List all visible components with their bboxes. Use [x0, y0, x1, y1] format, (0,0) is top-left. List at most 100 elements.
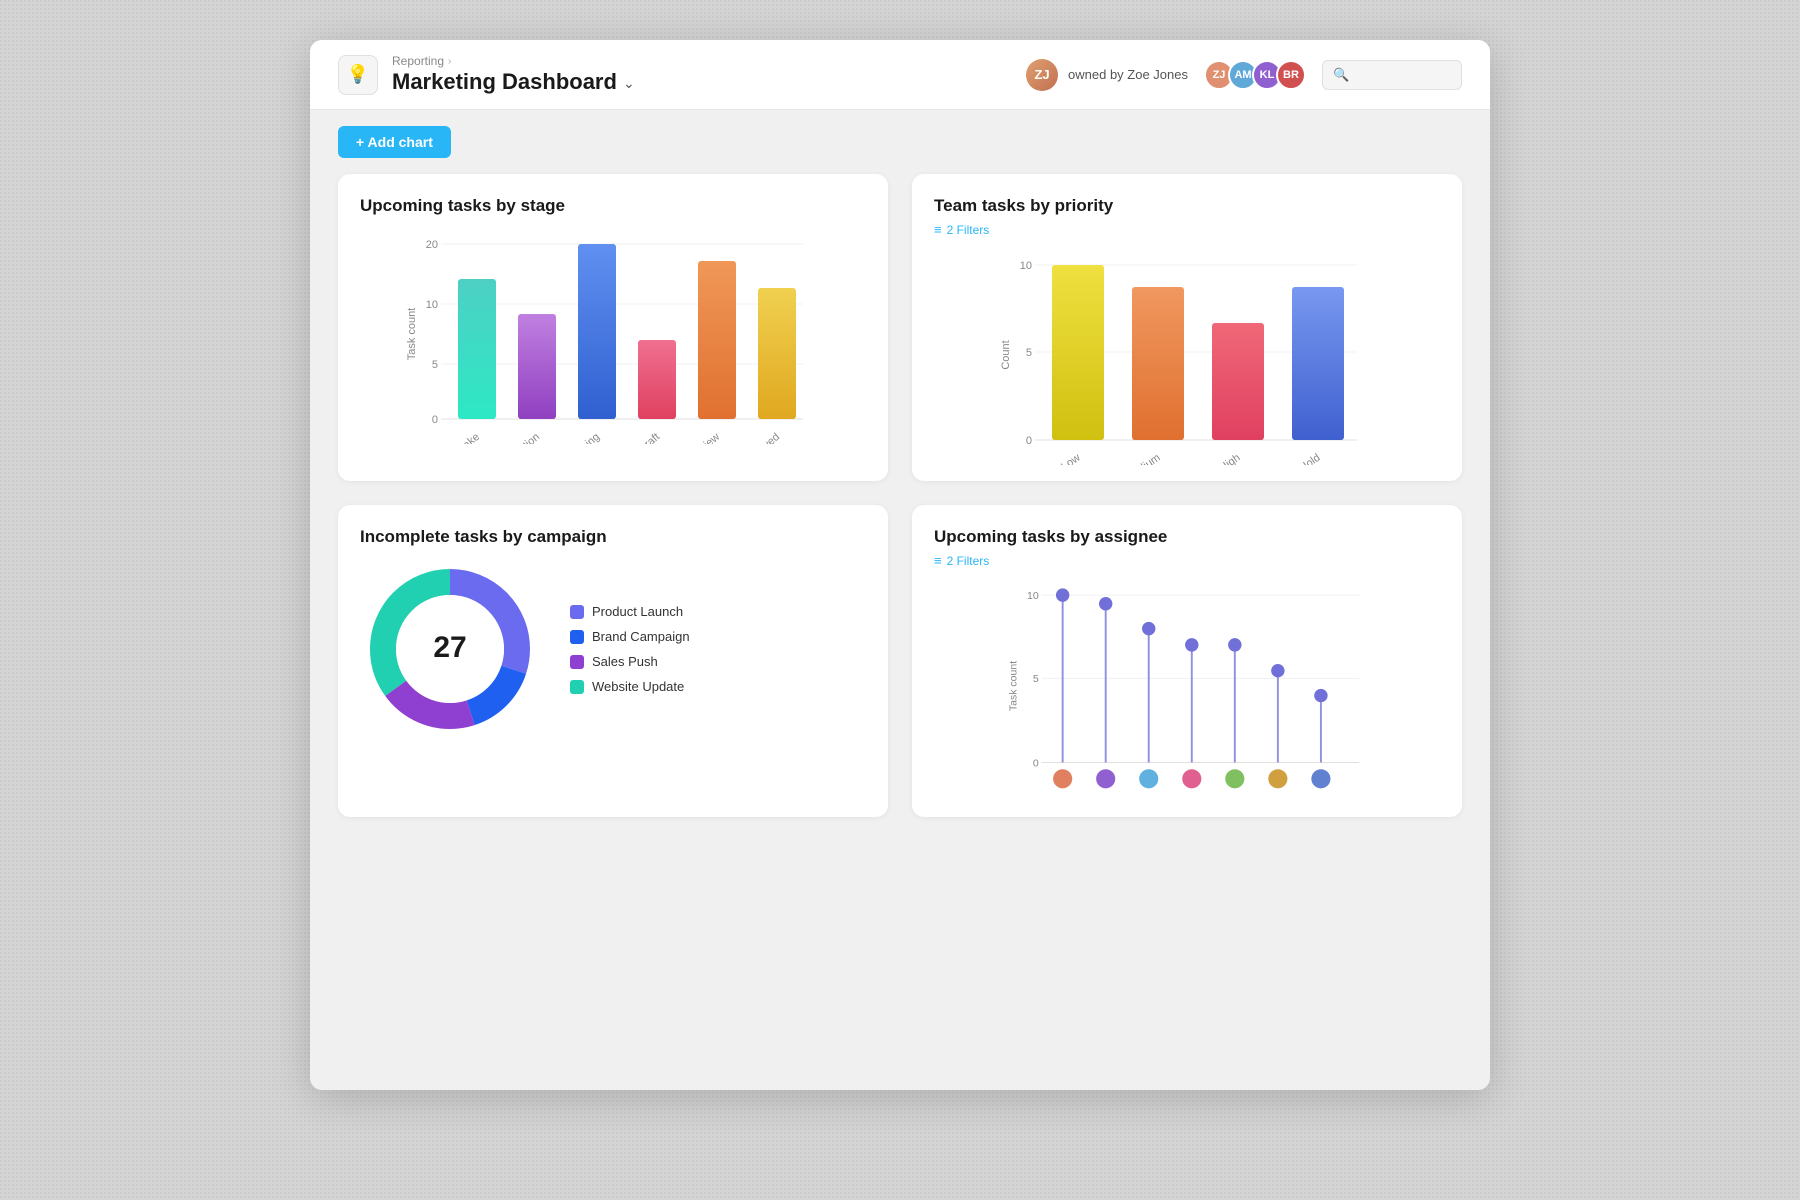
legend-color-product-launch: [570, 605, 584, 619]
lollipop-dot-5: [1271, 664, 1284, 677]
legend-label-website-update: Website Update: [592, 679, 684, 694]
chart-title-stages: Upcoming tasks by stage: [360, 196, 866, 216]
filter-badge-assignee[interactable]: ≡ 2 Filters: [934, 553, 1440, 568]
svg-text:10: 10: [1020, 260, 1032, 272]
bar-chart-priority: Count 10 5 0: [934, 245, 1440, 465]
y-axis-label-assignee: Task count: [1008, 661, 1020, 711]
assignee-avatar-0: [1053, 769, 1072, 788]
bar-chart-priority-svg: Count 10 5 0: [934, 245, 1440, 465]
assignee-avatar-1: [1096, 769, 1115, 788]
breadcrumb-title: Reporting › Marketing Dashboard ⌄: [392, 54, 635, 95]
lollipop-dot-4: [1228, 638, 1241, 651]
avatar-owner: ZJ: [1026, 59, 1058, 91]
svg-text:10: 10: [1027, 590, 1039, 602]
search-icon: 🔍: [1333, 67, 1349, 83]
label-planning: Planning: [562, 431, 603, 444]
chart-title-assignee: Upcoming tasks by assignee: [934, 527, 1440, 547]
legend-item-sales-push: Sales Push: [570, 654, 690, 669]
chart-incomplete-campaign: Incomplete tasks by campaign: [338, 505, 888, 817]
svg-text:20: 20: [426, 239, 438, 251]
chart-upcoming-stages: Upcoming tasks by stage Task count 20 10…: [338, 174, 888, 481]
donut-total: 27: [433, 631, 466, 664]
label-draft: Draft: [636, 431, 662, 444]
assignee-avatar-4: [1225, 769, 1244, 788]
label-intake: Intake: [451, 431, 482, 444]
search-input[interactable]: [1355, 67, 1451, 82]
chart-team-priority: Team tasks by priority ≡ 2 Filters Count…: [912, 174, 1462, 481]
filter-label-priority: 2 Filters: [947, 223, 990, 237]
bar-chart-stages-svg: Task count 20 10 5 0: [360, 224, 866, 444]
legend-color-sales-push: [570, 655, 584, 669]
chart-title-campaign: Incomplete tasks by campaign: [360, 527, 866, 547]
chart-title-priority: Team tasks by priority: [934, 196, 1440, 216]
filter-badge-priority[interactable]: ≡ 2 Filters: [934, 222, 1440, 237]
label-onhold: On Hold: [1283, 452, 1323, 465]
header-left: 💡 Reporting › Marketing Dashboard ⌄: [338, 54, 635, 95]
legend-color-brand-campaign: [570, 630, 584, 644]
svg-text:10: 10: [426, 299, 438, 311]
label-ideation: Ideation: [504, 431, 542, 444]
breadcrumb-text: Reporting: [392, 54, 444, 68]
chevron-down-icon[interactable]: ⌄: [623, 75, 635, 92]
legend: Product Launch Brand Campaign Sales Push…: [570, 604, 690, 694]
label-low: Low: [1059, 452, 1082, 465]
lollipop-dot-1: [1099, 597, 1112, 610]
label-approved: Approved: [738, 431, 782, 444]
lollipop-svg: Task count 10 5 0: [934, 576, 1440, 796]
bar-intake: [458, 279, 496, 419]
lollipop-dot-6: [1314, 689, 1327, 702]
donut-section: 27 Product Launch Brand Campaign Sales P…: [360, 559, 866, 739]
chart-upcoming-assignee: Upcoming tasks by assignee ≡ 2 Filters T…: [912, 505, 1462, 817]
legend-item-product-launch: Product Launch: [570, 604, 690, 619]
avatar: BR: [1276, 60, 1306, 90]
filter-label-assignee: 2 Filters: [947, 554, 990, 568]
add-chart-button[interactable]: + Add chart: [338, 126, 451, 158]
legend-label-product-launch: Product Launch: [592, 604, 683, 619]
lollipop-dot-2: [1142, 622, 1155, 635]
owner-text: owned by Zoe Jones: [1068, 67, 1188, 82]
bar-draft: [638, 340, 676, 419]
filter-icon: ≡: [934, 222, 942, 237]
svg-text:5: 5: [432, 359, 438, 371]
bar-approved: [758, 288, 796, 419]
bar-chart-stages: Task count 20 10 5 0: [360, 224, 866, 444]
bar-low: [1052, 265, 1104, 440]
donut-container: 27: [360, 559, 540, 739]
search-box[interactable]: 🔍: [1322, 60, 1462, 90]
filter-icon-assignee: ≡: [934, 553, 942, 568]
owner-info: ZJ owned by Zoe Jones: [1026, 59, 1188, 91]
legend-label-sales-push: Sales Push: [592, 654, 658, 669]
donut-svg: 27: [360, 559, 540, 739]
y-axis-label-stages: Task count: [406, 308, 418, 361]
bar-onhold: [1292, 287, 1344, 440]
team-avatars: ZJ AM KL BR: [1204, 60, 1306, 90]
svg-text:5: 5: [1033, 673, 1039, 685]
header-right: ZJ owned by Zoe Jones ZJ AM KL BR 🔍: [1026, 59, 1462, 91]
assignee-avatar-3: [1182, 769, 1201, 788]
assignee-avatar-2: [1139, 769, 1158, 788]
page-title: Marketing Dashboard: [392, 69, 617, 95]
lollipop-section: Task count 10 5 0: [934, 576, 1440, 801]
svg-text:5: 5: [1026, 347, 1032, 359]
breadcrumb: Reporting ›: [392, 54, 635, 68]
assignee-avatar-6: [1311, 769, 1330, 788]
y-axis-label-priority: Count: [1000, 340, 1012, 369]
label-medium: Medium: [1124, 452, 1163, 465]
legend-item-brand-campaign: Brand Campaign: [570, 629, 690, 644]
toolbar: + Add chart: [310, 110, 1490, 174]
breadcrumb-arrow: ›: [448, 56, 451, 67]
bar-ideation: [518, 314, 556, 419]
legend-label-brand-campaign: Brand Campaign: [592, 629, 690, 644]
label-review: Review: [687, 431, 722, 444]
bar-medium: [1132, 287, 1184, 440]
bar-planning: [578, 244, 616, 419]
app-icon: 💡: [338, 55, 378, 95]
svg-text:0: 0: [1033, 757, 1039, 769]
lollipop-dot-3: [1185, 638, 1198, 651]
dashboard-content: Upcoming tasks by stage Task count 20 10…: [310, 174, 1490, 845]
bar-review: [698, 261, 736, 419]
header: 💡 Reporting › Marketing Dashboard ⌄ ZJ o…: [310, 40, 1490, 110]
page-title-row: Marketing Dashboard ⌄: [392, 69, 635, 95]
assignee-avatar-5: [1268, 769, 1287, 788]
legend-color-website-update: [570, 680, 584, 694]
